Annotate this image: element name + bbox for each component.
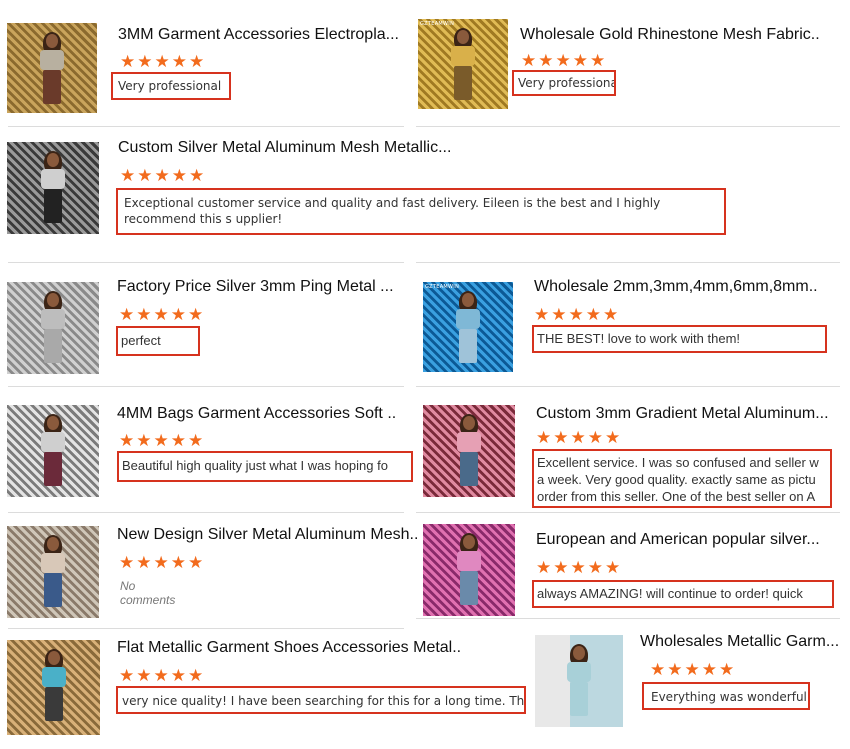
divider [8,628,404,629]
divider [8,126,404,127]
rating-stars: ★★★★★ [650,660,737,679]
review-comment: always AMAZING! will continue to order! … [532,580,834,608]
product-thumbnail[interactable] [7,23,97,113]
divider [416,126,840,127]
product-title[interactable]: European and American popular silver... [536,531,832,549]
rating-stars: ★★★★★ [119,666,206,685]
product-title[interactable]: Wholesale Gold Rhinestone Mesh Fabric... [520,26,820,44]
product-thumbnail[interactable] [423,405,515,497]
rating-stars: ★★★★★ [536,558,623,577]
product-thumbnail[interactable] [423,524,515,616]
divider [8,512,404,513]
divider [416,262,840,263]
review-comment: Everything was wonderful! [642,682,810,710]
product-thumbnail[interactable] [7,282,99,374]
review-comment: Very professional [512,70,616,96]
rating-stars: ★★★★★ [120,166,207,185]
rating-stars: ★★★★★ [521,51,608,70]
review-comment: Exceptional customer service and quality… [116,188,726,235]
brand-logo: GZTEAMWIN [420,21,455,27]
review-comment: perfect [116,326,200,356]
rating-stars: ★★★★★ [534,305,621,324]
rating-stars: ★★★★★ [119,431,206,450]
product-title[interactable]: Flat Metallic Garment Shoes Accessories … [117,639,462,657]
rating-stars: ★★★★★ [119,553,206,572]
divider [416,512,840,513]
rating-stars: ★★★★★ [120,52,207,71]
rating-stars: ★★★★★ [536,428,623,447]
review-comment: Very professional [111,72,231,100]
divider [416,386,840,387]
product-thumbnail[interactable] [7,640,100,735]
product-title[interactable]: New Design Silver Metal Aluminum Mesh... [117,526,417,544]
product-thumbnail[interactable] [7,405,99,497]
divider [416,618,840,619]
product-title[interactable]: 3MM Garment Accessories Electropla... [118,26,400,44]
product-title[interactable]: Wholesale 2mm,3mm,4mm,6mm,8mm.. [534,278,834,296]
review-comment: THE BEST! love to work with them! [532,325,827,353]
product-thumbnail[interactable] [7,526,99,618]
divider [8,386,404,387]
review-comment: Beautiful high quality just what I was h… [117,451,413,482]
product-thumbnail[interactable] [535,635,623,727]
product-thumbnail[interactable]: GZTEAMWIN [418,19,508,109]
product-title[interactable]: Custom 3mm Gradient Metal Aluminum... [536,405,832,423]
product-thumbnail[interactable]: GZTEAMWIN [423,282,513,372]
review-comment: very nice quality! I have been searching… [116,686,526,714]
no-comment-text: No comments [120,579,176,607]
product-title[interactable]: Custom Silver Metal Aluminum Mesh Metall… [118,139,458,157]
divider [8,262,404,263]
product-thumbnail[interactable] [7,142,99,234]
product-title[interactable]: 4MM Bags Garment Accessories Soft .. [117,405,402,423]
product-title[interactable]: Wholesales Metallic Garm... [640,633,840,651]
brand-logo: GZTEAMWIN [425,284,460,290]
review-comment: Excellent service. I was so confused and… [532,449,832,508]
rating-stars: ★★★★★ [119,305,206,324]
product-title[interactable]: Factory Price Silver 3mm Ping Metal ... [117,278,399,296]
